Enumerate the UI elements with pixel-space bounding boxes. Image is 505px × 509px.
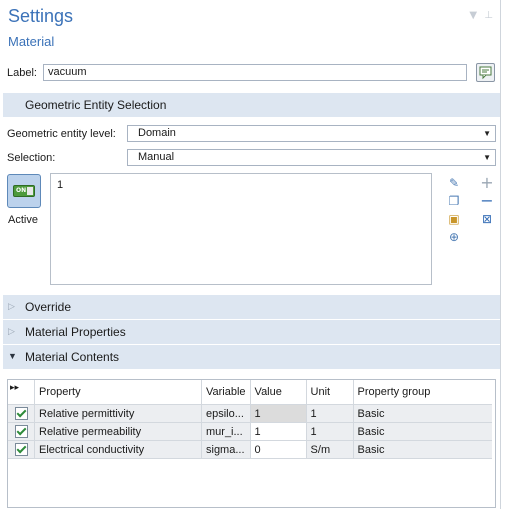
label-input[interactable]: vacuum	[43, 64, 467, 81]
expand-columns-icon[interactable]: ▸▸	[8, 380, 35, 405]
checkbox[interactable]	[14, 424, 28, 438]
unit-cell: 1	[306, 422, 354, 441]
geometric-level-label: Geometric entity level:	[7, 128, 116, 140]
column-header-property[interactable]: Property	[34, 380, 202, 405]
group-cell: Basic	[353, 422, 492, 441]
clear-selection-icon[interactable]: ⊠	[480, 212, 494, 226]
collapsed-arrow-icon: ▷	[8, 326, 15, 336]
clipboard-icon[interactable]: ▣	[447, 212, 461, 226]
table-row[interactable]: Electrical conductivity sigma... 0 S/m B…	[8, 440, 492, 459]
toggle-text: ON	[16, 187, 27, 194]
remove-icon[interactable]: −	[480, 193, 494, 209]
material-contents-table[interactable]: ▸▸ Property Variable Value Unit Property…	[7, 379, 496, 508]
zoom-to-selection-icon[interactable]: ⊕	[447, 230, 461, 244]
value-cell[interactable]: 1	[250, 404, 307, 423]
property-cell: Relative permittivity	[34, 404, 202, 423]
table-row[interactable]: Relative permeability mur_i... 1 1 Basic	[8, 422, 492, 441]
section-material-properties[interactable]: ▷ Material Properties	[3, 320, 501, 344]
toggle-on-icon: ON	[13, 185, 35, 197]
page-title: Settings	[8, 6, 74, 26]
property-cell: Relative permeability	[34, 422, 202, 441]
column-header-unit[interactable]: Unit	[306, 380, 354, 405]
column-header-value[interactable]: Value	[250, 380, 307, 405]
active-toggle-button[interactable]: ON	[7, 174, 41, 208]
expanded-arrow-icon: ▼	[8, 351, 17, 361]
section-title: Material Contents	[25, 350, 120, 364]
variable-cell: epsilo...	[201, 404, 251, 423]
column-header-property-group[interactable]: Property group	[353, 380, 492, 405]
section-material-contents[interactable]: ▼ Material Contents	[3, 345, 501, 369]
checkbox[interactable]	[14, 406, 28, 420]
section-title: Geometric Entity Selection	[25, 98, 167, 112]
checkbox[interactable]	[14, 442, 28, 456]
label-comment-button[interactable]	[476, 63, 495, 82]
variable-cell: sigma...	[201, 440, 251, 459]
panel-border	[500, 0, 501, 509]
collapsed-arrow-icon: ▷	[8, 301, 15, 311]
geometric-level-value: Domain	[138, 127, 176, 139]
add-icon[interactable]: +	[480, 175, 494, 191]
section-geometric-entity-selection[interactable]: Geometric Entity Selection	[3, 93, 501, 117]
group-cell: Basic	[353, 404, 492, 423]
paste-selection-icon[interactable]: ✎	[447, 176, 461, 190]
column-header-variable[interactable]: Variable	[201, 380, 251, 405]
pin-icon[interactable]: ⊥	[484, 10, 493, 21]
group-cell: Basic	[353, 440, 492, 459]
dropdown-arrow-icon[interactable]: ▼	[469, 10, 477, 21]
value-cell[interactable]: 0	[250, 440, 307, 459]
section-override[interactable]: ▷ Override	[3, 295, 501, 319]
label-field-label: Label:	[7, 67, 37, 79]
chevron-down-icon: ▼	[483, 153, 491, 162]
value-cell[interactable]: 1	[250, 422, 307, 441]
unit-cell: 1	[306, 404, 354, 423]
selection-label: Selection:	[7, 152, 56, 164]
selection-list[interactable]: 1	[50, 173, 432, 285]
list-item[interactable]: 1	[57, 179, 63, 191]
section-title: Override	[25, 300, 72, 314]
active-label: Active	[8, 214, 38, 226]
unit-cell: S/m	[306, 440, 354, 459]
geometric-level-select[interactable]: Domain ▼	[127, 125, 496, 142]
property-cell: Electrical conductivity	[34, 440, 202, 459]
copy-selection-icon[interactable]: ❐	[447, 194, 461, 208]
table-row[interactable]: Relative permittivity epsilo... 1 1 Basi…	[8, 404, 492, 423]
chevron-down-icon: ▼	[483, 129, 491, 138]
page-subtitle: Material	[8, 34, 55, 49]
comment-icon	[479, 66, 492, 80]
section-title: Material Properties	[25, 325, 126, 339]
window-controls[interactable]: ▼ ⊥	[469, 10, 493, 21]
selection-value: Manual	[138, 151, 175, 163]
variable-cell: mur_i...	[201, 422, 251, 441]
selection-select[interactable]: Manual ▼	[127, 149, 496, 166]
